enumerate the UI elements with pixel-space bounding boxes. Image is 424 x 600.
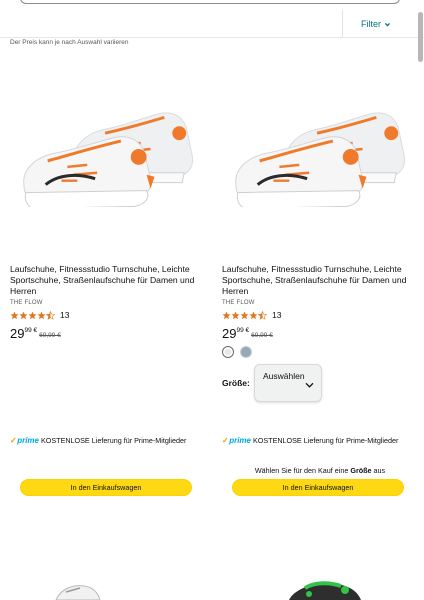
filter-label: Filter <box>361 19 381 29</box>
price-whole: 29 <box>10 326 25 341</box>
add-to-cart-button[interactable]: In den Einkaufswagen <box>232 479 404 496</box>
chevron-down-icon <box>305 382 314 388</box>
price-note: Der Preis kann je nach Auswahl variieren <box>10 39 129 46</box>
price-fraction: 99 € <box>24 327 38 334</box>
size-label: Größe: <box>222 378 250 388</box>
product-image[interactable] <box>216 52 424 252</box>
price: 29 99 € 69,99 € <box>10 327 61 341</box>
half-star-icon <box>258 310 267 320</box>
prime-badge: ✓ prime <box>222 436 251 445</box>
star-icon <box>19 311 28 319</box>
rating[interactable]: 13 <box>10 310 69 320</box>
filter-bar: Filter <box>0 10 424 38</box>
prime-check-icon: ✓ <box>222 436 229 445</box>
brand-name: THE FLOW <box>10 300 43 306</box>
product-title[interactable]: Laufschuhe, Fitnessstudio Turnschuhe, Le… <box>10 264 206 297</box>
top-bar: Filter <box>0 0 424 38</box>
delivery-info: ✓ prime KOSTENLOSE Lieferung für Prime-Mi… <box>222 436 398 445</box>
star-icon <box>10 311 19 319</box>
half-star-icon <box>46 310 55 320</box>
shoe-image <box>23 112 194 207</box>
star-rating <box>10 310 55 320</box>
color-swatch-light-blue-grey[interactable] <box>240 346 252 358</box>
price-whole: 29 <box>222 326 237 341</box>
rating-count[interactable]: 13 <box>60 310 69 320</box>
color-swatch-white-grey[interactable] <box>222 346 234 358</box>
star-rating <box>222 310 267 320</box>
filter-button[interactable]: Filter <box>343 10 409 38</box>
star-icon <box>240 311 249 319</box>
rating[interactable]: 13 <box>222 310 281 320</box>
rating-count[interactable]: 13 <box>272 310 281 320</box>
star-icon <box>249 311 258 319</box>
search-input[interactable] <box>20 0 400 4</box>
price-old: 69,99 € <box>251 332 273 339</box>
price: 29 99 € 69,99 € <box>222 327 273 341</box>
size-hint: Wählen Sie für den Kauf eine Größe aus <box>254 466 386 475</box>
color-swatches <box>222 346 252 358</box>
price-old: 69,99 € <box>39 332 61 339</box>
prime-check-icon: ✓ <box>10 436 17 445</box>
price-fraction: 99 € <box>236 327 250 334</box>
product-image[interactable] <box>4 52 212 252</box>
star-icon <box>28 311 37 319</box>
size-select-value: Auswählen <box>263 371 305 381</box>
prime-badge: ✓ prime <box>10 436 39 445</box>
size-select[interactable]: Auswählen <box>254 364 322 402</box>
delivery-info: ✓ prime KOSTENLOSE Lieferung für Prime-Mi… <box>10 436 186 445</box>
add-to-cart-button[interactable]: In den Einkaufswagen <box>20 479 192 496</box>
star-icon <box>231 311 240 319</box>
delivery-text: KOSTENLOSE Lieferung für Prime-Mitgliede… <box>253 436 399 445</box>
chevron-down-icon <box>384 22 391 26</box>
brand-name: THE FLOW <box>222 300 255 306</box>
star-icon <box>222 311 231 319</box>
star-icon <box>37 311 46 319</box>
next-product-image[interactable] <box>50 580 110 600</box>
product-title[interactable]: Laufschuhe, Fitnessstudio Turnschuhe, Le… <box>222 264 418 297</box>
next-product-image[interactable] <box>285 578 365 600</box>
delivery-text: KOSTENLOSE Lieferung für Prime-Mitgliede… <box>41 436 187 445</box>
shoe-image <box>235 112 406 207</box>
